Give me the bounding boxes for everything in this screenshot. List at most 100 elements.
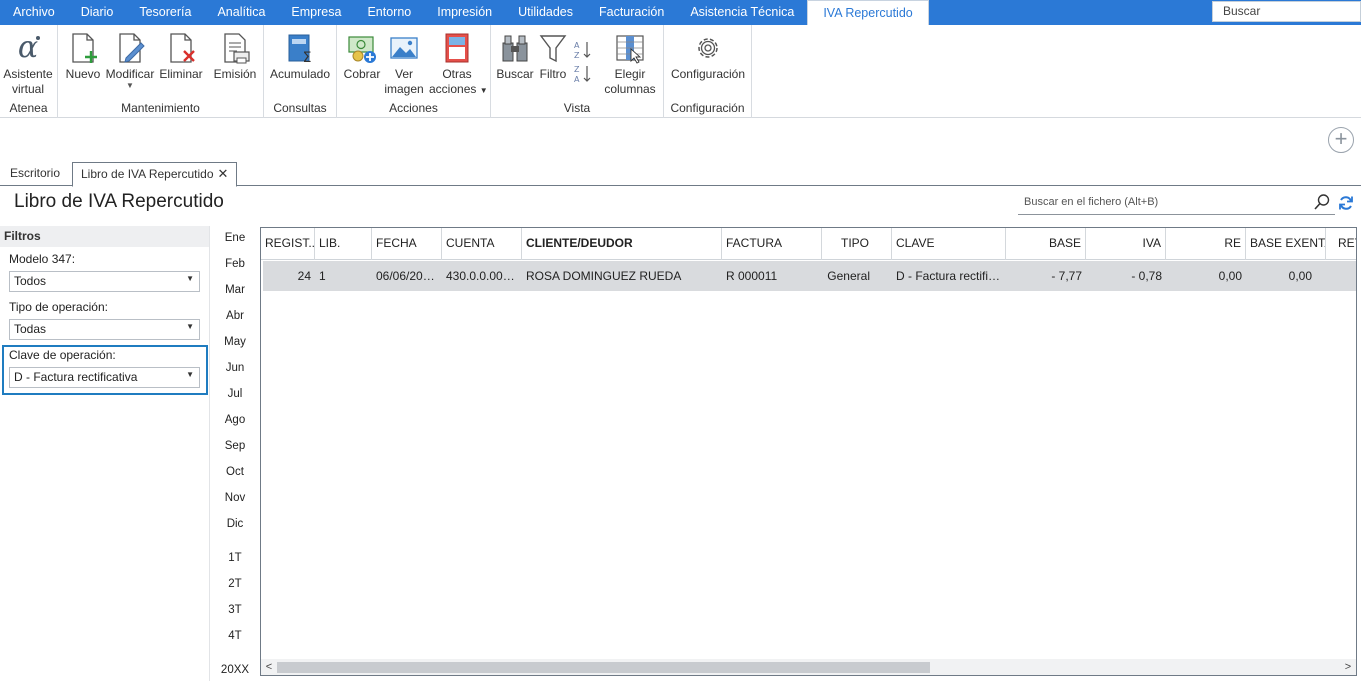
filter-modelo-347: Modelo 347: Todos ▼ bbox=[9, 252, 201, 292]
tipo-operacion-select[interactable]: Todas ▼ bbox=[9, 319, 200, 340]
quarter-1t[interactable]: 1T bbox=[213, 552, 257, 564]
delete-document-icon bbox=[170, 33, 195, 63]
scroll-left-icon[interactable]: < bbox=[261, 659, 277, 675]
global-search-input[interactable]: Buscar bbox=[1212, 1, 1361, 22]
file-search-placeholder: Buscar en el fichero (Alt+B) bbox=[1024, 196, 1159, 208]
col-header-iva[interactable]: IVA bbox=[1086, 228, 1166, 260]
group-atenea: α Asistente virtual Atenea bbox=[0, 25, 58, 118]
scroll-right-icon[interactable]: > bbox=[1340, 659, 1356, 675]
svg-text:Z: Z bbox=[574, 51, 580, 60]
col-header-registro[interactable]: REGIST... bbox=[261, 228, 315, 260]
cell-tipo: General bbox=[827, 269, 870, 283]
close-icon[interactable]: ✕ bbox=[218, 166, 229, 181]
tab-escritorio[interactable]: Escritorio bbox=[2, 162, 68, 186]
col-header-fecha[interactable]: FECHA bbox=[372, 228, 442, 260]
page-title: Libro de IVA Repercutido bbox=[14, 191, 224, 212]
month-ago[interactable]: Ago bbox=[213, 414, 257, 426]
modificar-button[interactable]: Modificar ▼ bbox=[104, 31, 156, 90]
cobrar-button[interactable]: Cobrar bbox=[342, 31, 382, 82]
scrollbar-thumb[interactable] bbox=[277, 662, 930, 673]
month-ene[interactable]: Ene bbox=[213, 232, 257, 244]
filter-label: Tipo de operación: bbox=[9, 300, 108, 314]
chevron-down-icon: ▼ bbox=[126, 81, 134, 90]
col-header-base[interactable]: BASE bbox=[1006, 228, 1086, 260]
menu-facturacion[interactable]: Facturación bbox=[586, 0, 677, 25]
filter-icon bbox=[539, 35, 567, 63]
month-dic[interactable]: Dic bbox=[213, 518, 257, 530]
group-title-vista: Vista bbox=[563, 101, 591, 115]
refresh-icon[interactable] bbox=[1338, 195, 1354, 211]
columns-icon bbox=[616, 35, 644, 64]
menu-utilidades[interactable]: Utilidades bbox=[505, 0, 586, 25]
file-search-input[interactable]: Buscar en el fichero (Alt+B) bbox=[1018, 191, 1335, 215]
sort-za-button[interactable]: Z A bbox=[573, 63, 593, 89]
month-nov[interactable]: Nov bbox=[213, 492, 257, 504]
menu-analitica[interactable]: Analítica bbox=[204, 0, 278, 25]
menu-iva-repercutido[interactable]: IVA Repercutido bbox=[807, 0, 929, 25]
cell-clave: D - Factura rectific... bbox=[896, 269, 1005, 283]
group-title-acciones: Acciones bbox=[389, 101, 438, 115]
sum-book-icon: Σ bbox=[288, 34, 311, 65]
edit-document-icon bbox=[119, 33, 145, 63]
nuevo-button[interactable]: Nuevo bbox=[64, 31, 102, 82]
quarter-3t[interactable]: 3T bbox=[213, 604, 257, 616]
quarter-2t[interactable]: 2T bbox=[213, 578, 257, 590]
col-header-cuenta[interactable]: CUENTA bbox=[442, 228, 522, 260]
col-header-re[interactable]: RE bbox=[1166, 228, 1246, 260]
month-feb[interactable]: Feb bbox=[213, 258, 257, 270]
configuracion-button[interactable]: Configuración bbox=[669, 31, 747, 82]
chevron-down-icon: ▼ bbox=[186, 274, 194, 283]
menu-impresion[interactable]: Impresión bbox=[424, 0, 505, 25]
menu-diario[interactable]: Diario bbox=[68, 0, 127, 25]
book-icon bbox=[445, 33, 469, 63]
acumulado-button[interactable]: Σ Acumulado bbox=[269, 31, 331, 82]
eliminar-button[interactable]: Eliminar bbox=[158, 31, 204, 82]
search-icon[interactable] bbox=[1313, 193, 1331, 211]
year-selector[interactable]: 20XX bbox=[213, 664, 257, 676]
month-may[interactable]: May bbox=[213, 336, 257, 348]
month-jun[interactable]: Jun bbox=[213, 362, 257, 374]
col-header-clave[interactable]: CLAVE bbox=[892, 228, 1006, 260]
group-title-configuracion: Configuración bbox=[670, 101, 745, 115]
col-header-libro[interactable]: LIB. bbox=[315, 228, 372, 260]
horizontal-scrollbar[interactable]: < > bbox=[261, 659, 1356, 675]
cell-fecha: 06/06/20XX bbox=[376, 269, 439, 283]
group-mantenimiento: Nuevo Modificar ▼ Eliminar Emisión Mante… bbox=[58, 25, 264, 118]
month-mar[interactable]: Mar bbox=[213, 284, 257, 296]
add-tab-button[interactable]: + bbox=[1328, 127, 1354, 153]
col-header-cliente[interactable]: CLIENTE/DEUDOR bbox=[522, 228, 722, 260]
quarter-4t[interactable]: 4T bbox=[213, 630, 257, 642]
sort-az-button[interactable]: A Z bbox=[573, 39, 593, 65]
menu-entorno[interactable]: Entorno bbox=[354, 0, 424, 25]
emision-button[interactable]: Emisión bbox=[212, 31, 258, 82]
month-oct[interactable]: Oct bbox=[213, 466, 257, 478]
menu-asistencia-tecnica[interactable]: Asistencia Técnica bbox=[677, 0, 807, 25]
filters-panel: Filtros bbox=[0, 226, 210, 681]
clave-operacion-select[interactable]: D - Factura rectificativa ▼ bbox=[9, 367, 200, 388]
month-abr[interactable]: Abr bbox=[213, 310, 257, 322]
asistente-virtual-button[interactable]: α Asistente virtual bbox=[3, 31, 53, 97]
filtro-button[interactable]: Filtro bbox=[536, 31, 570, 82]
table-row[interactable]: 24 1 06/06/20XX 430.0.0.00003 ROSA DOMIN… bbox=[263, 261, 1356, 291]
tab-libro-iva[interactable]: Libro de IVA Repercutido ✕ bbox=[72, 162, 238, 187]
menu-empresa[interactable]: Empresa bbox=[278, 0, 354, 25]
col-header-base-exenta[interactable]: BASE EXENTA bbox=[1246, 228, 1326, 260]
chevron-down-icon: ▼ bbox=[186, 370, 194, 379]
month-sep[interactable]: Sep bbox=[213, 440, 257, 452]
elegir-columnas-button[interactable]: Elegir columnas bbox=[599, 31, 661, 97]
cell-libro: 1 bbox=[319, 269, 326, 283]
col-header-ret[interactable]: RET bbox=[1326, 228, 1356, 260]
buscar-button[interactable]: Buscar bbox=[496, 31, 534, 82]
ver-imagen-button[interactable]: Ver imagen bbox=[384, 31, 424, 97]
col-header-tipo[interactable]: TIPO bbox=[822, 228, 892, 260]
cell-re: 0,00 bbox=[1218, 269, 1242, 283]
menu-bar: Archivo Diario Tesorería Analítica Empre… bbox=[0, 0, 1361, 25]
otras-acciones-button[interactable]: Otras acciones ▼ bbox=[429, 31, 488, 98]
svg-text:α: α bbox=[18, 31, 38, 65]
modelo-347-select[interactable]: Todos ▼ bbox=[9, 271, 200, 292]
cell-cliente: ROSA DOMINGUEZ RUEDA bbox=[526, 269, 682, 283]
menu-tesoreria[interactable]: Tesorería bbox=[126, 0, 204, 25]
month-jul[interactable]: Jul bbox=[213, 388, 257, 400]
menu-archivo[interactable]: Archivo bbox=[0, 0, 68, 25]
col-header-factura[interactable]: FACTURA bbox=[722, 228, 822, 260]
